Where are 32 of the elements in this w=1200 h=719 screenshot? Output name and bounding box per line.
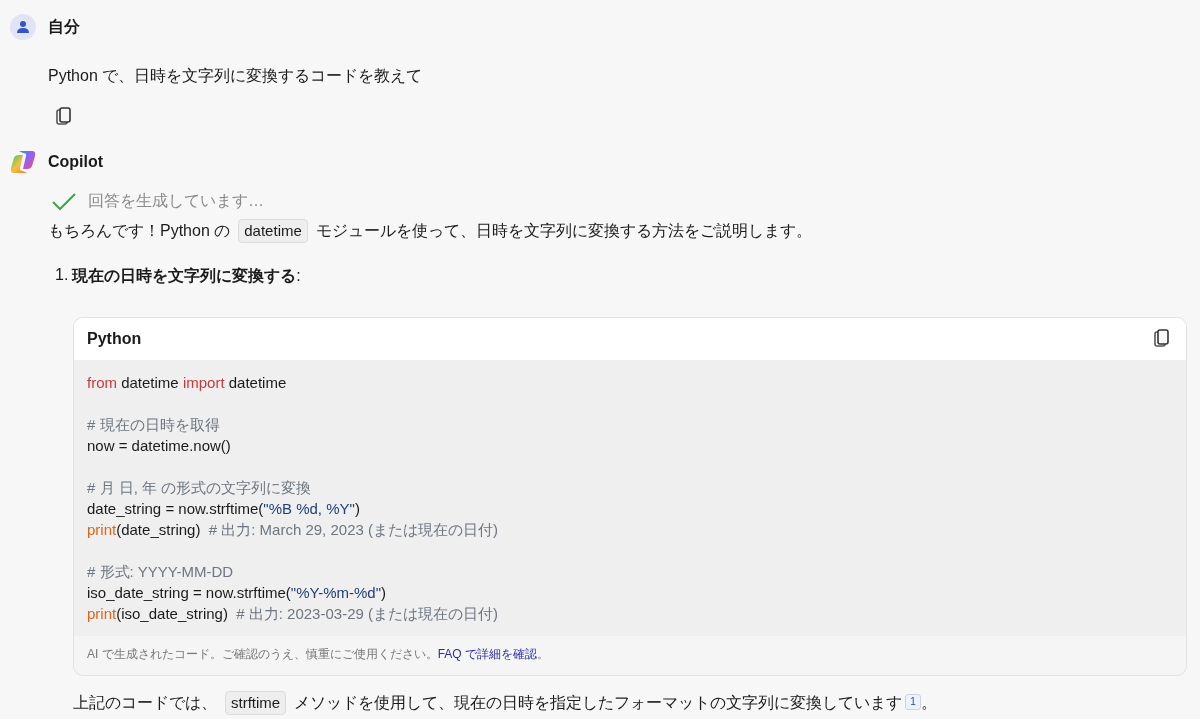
code-line: now = datetime.now() bbox=[87, 437, 231, 454]
copy-icon bbox=[56, 107, 72, 126]
message-text: モジュールを使って、日時を文字列に変換する方法をご説明します。 bbox=[315, 221, 812, 241]
status-text: 回答を生成しています… bbox=[88, 191, 264, 211]
disclaimer-text: AI で生成されたコード。ご確認のうえ、慎重にご使用ください。FAQ で詳細を確認。 bbox=[87, 647, 549, 661]
code-line: date_string = now.strftime("%B %d, %Y") bbox=[87, 500, 360, 517]
message-text: 。 bbox=[920, 693, 937, 713]
inline-code: datetime bbox=[238, 219, 308, 243]
copy-code-button[interactable] bbox=[1154, 329, 1172, 349]
message-text: もちろんです！Python の bbox=[48, 221, 231, 241]
step-title: 現在の日時を文字列に変換する: bbox=[72, 266, 301, 286]
code-line: # 形式: YYYY-MM-DD bbox=[87, 563, 234, 580]
user-avatar bbox=[10, 14, 36, 40]
step-number: 1. bbox=[55, 266, 69, 285]
code-line: iso_date_string = now.strftime("%Y-%m-%d") bbox=[87, 584, 386, 601]
user-message: Python で、日時を文字列に変換するコードを教えて bbox=[48, 66, 424, 86]
copy-icon bbox=[1154, 329, 1170, 348]
user-name: 自分 bbox=[48, 16, 80, 37]
code-line: print(date_string) # 出力: March 29, 2023 (または現在の日付) bbox=[87, 521, 498, 538]
code-line: from datetime import datetime bbox=[87, 374, 287, 391]
code-line: print(iso_date_string) # 出力: 2023-03-29 (または現在の日付) bbox=[87, 605, 498, 622]
code-language: Python bbox=[87, 330, 142, 348]
message-text: メソッドを使用して、現在の日時を指定したフォーマットの文字列に変換しています bbox=[294, 693, 903, 713]
copy-button[interactable] bbox=[56, 107, 74, 127]
code-line: # 月 日, 年 の形式の文字列に変換 bbox=[87, 479, 312, 496]
faq-link[interactable]: FAQ で詳細を確認 bbox=[437, 647, 537, 661]
citation-link[interactable]: 1 bbox=[905, 694, 921, 710]
message-text: 上記のコードでは、 bbox=[73, 693, 217, 713]
copilot-logo bbox=[10, 150, 36, 174]
assistant-name: Copilot bbox=[48, 153, 104, 171]
inline-code: strftime bbox=[225, 691, 287, 715]
code-line: # 現在の日時を取得 bbox=[87, 416, 220, 433]
